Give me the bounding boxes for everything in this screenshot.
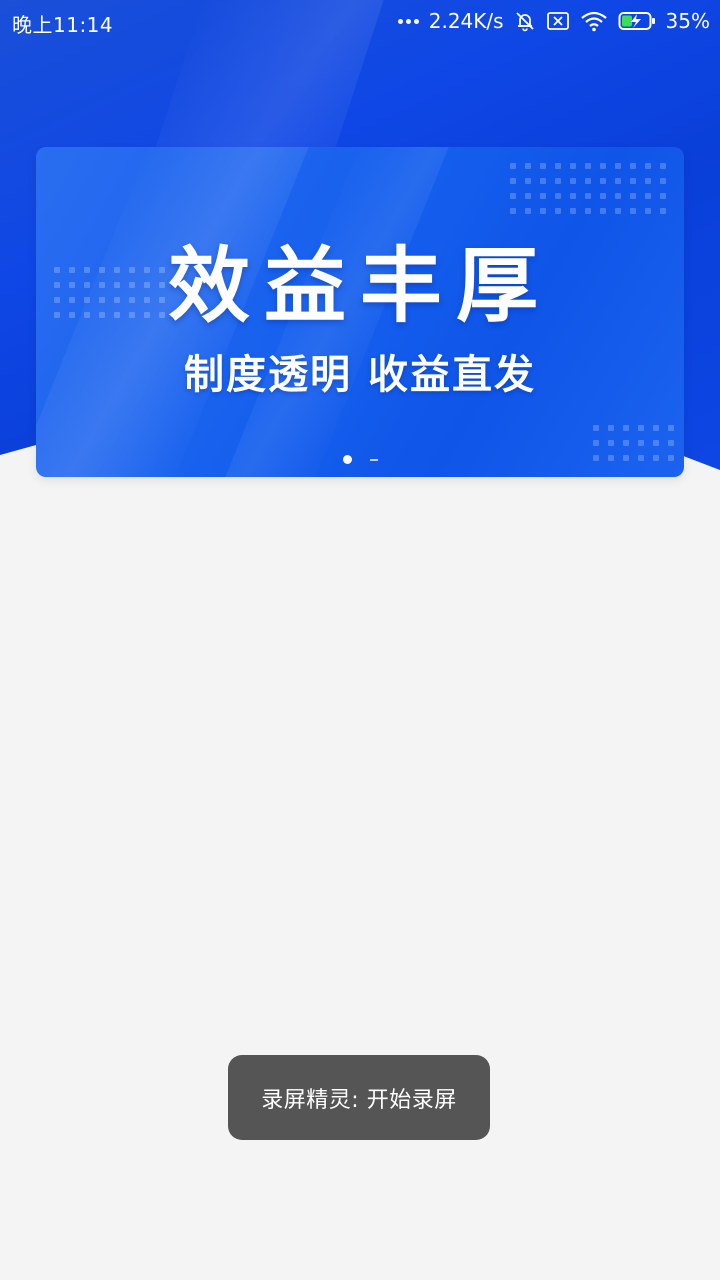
battery-charging-icon (618, 10, 656, 32)
decorative-dot (570, 193, 576, 199)
decorative-dot (615, 178, 621, 184)
decorative-dot (668, 425, 674, 431)
decorative-dot (593, 440, 599, 446)
carousel-indicator (36, 455, 684, 464)
decorative-dot (645, 193, 651, 199)
mute-bell-icon (514, 10, 536, 32)
decorative-dot (623, 440, 629, 446)
decorative-dot (668, 440, 674, 446)
decorative-dot (510, 193, 516, 199)
decorative-dot (510, 163, 516, 169)
carousel-dot-active[interactable] (342, 455, 352, 464)
decorative-dot (653, 440, 659, 446)
decorative-dot (593, 425, 599, 431)
banner-subtitle: 制度透明 收益直发 (184, 352, 536, 398)
decorative-dot (660, 208, 666, 214)
decorative-dot (660, 163, 666, 169)
decorative-dot (570, 163, 576, 169)
wifi-icon (580, 10, 608, 32)
decorative-dot (638, 440, 644, 446)
carousel-dot-inactive[interactable] (369, 458, 378, 461)
status-time: 晚上11:14 (12, 13, 114, 37)
decorative-dot (555, 208, 561, 214)
toast-message: 录屏精灵: 开始录屏 (228, 1055, 490, 1140)
decorative-dot (645, 178, 651, 184)
decorative-dot (525, 208, 531, 214)
network-speed: 2.24K/s (428, 9, 504, 33)
decorative-dot (585, 193, 591, 199)
app-screen: 晚上11:14 2.24K/s 35% 效益丰厚 制度透明 收益直发 录屏精灵:… (0, 0, 720, 1280)
battery-percent: 35% (665, 9, 710, 33)
decorative-dot (645, 208, 651, 214)
decorative-dot (555, 193, 561, 199)
decorative-dot (540, 193, 546, 199)
decorative-dot (615, 193, 621, 199)
decorative-dot (608, 425, 614, 431)
decorative-dot (630, 178, 636, 184)
more-dots-icon (397, 8, 419, 34)
decorative-dot (510, 208, 516, 214)
decorative-dot (540, 163, 546, 169)
decorative-dot (600, 193, 606, 199)
decorative-dot-grid (510, 163, 666, 214)
decorative-dot (630, 193, 636, 199)
status-bar: 晚上11:14 2.24K/s 35% (0, 0, 720, 42)
decorative-dot (608, 440, 614, 446)
promo-banner[interactable]: 效益丰厚 制度透明 收益直发 (36, 147, 684, 477)
decorative-dot (570, 178, 576, 184)
decorative-dot (555, 163, 561, 169)
decorative-dot (660, 193, 666, 199)
decorative-dot (600, 208, 606, 214)
banner-title: 效益丰厚 (167, 239, 552, 334)
decorative-dot (585, 208, 591, 214)
decorative-dot (615, 208, 621, 214)
decorative-dot (623, 425, 629, 431)
decorative-dot (540, 208, 546, 214)
decorative-dot (525, 178, 531, 184)
decorative-dot (585, 163, 591, 169)
decorative-dot (510, 178, 516, 184)
sim-card-icon (546, 11, 570, 31)
toast-text: 录屏精灵: 开始录屏 (261, 1087, 457, 1113)
decorative-dot (630, 208, 636, 214)
decorative-dot (660, 178, 666, 184)
decorative-dot (525, 163, 531, 169)
decorative-dot (570, 208, 576, 214)
decorative-dot (600, 178, 606, 184)
decorative-dot (555, 178, 561, 184)
decorative-dot (585, 178, 591, 184)
decorative-dot (638, 425, 644, 431)
decorative-dot (540, 178, 546, 184)
decorative-dot (653, 425, 659, 431)
status-indicators: 2.24K/s 35% (397, 8, 710, 34)
decorative-dot (600, 163, 606, 169)
decorative-dot (630, 163, 636, 169)
decorative-dot (615, 163, 621, 169)
decorative-dot (525, 193, 531, 199)
decorative-dot (645, 163, 651, 169)
